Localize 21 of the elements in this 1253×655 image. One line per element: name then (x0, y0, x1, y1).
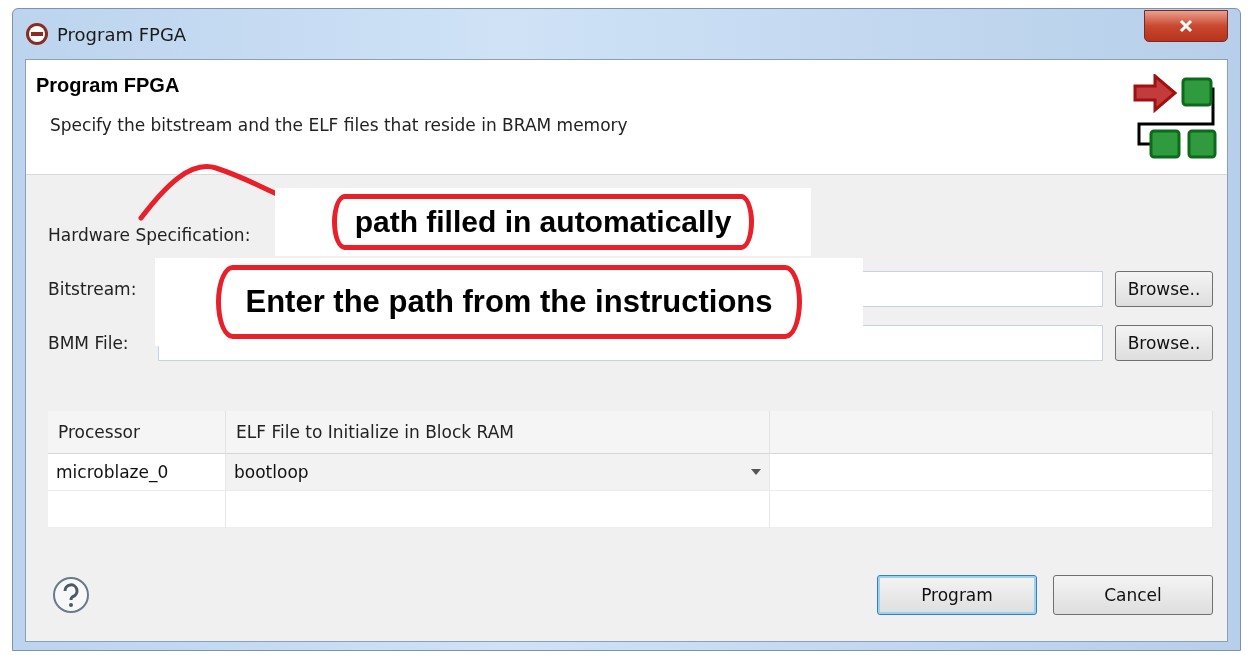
dialog-title: Program FPGA (36, 74, 181, 97)
column-header[interactable]: ELF File to Initialize in Block RAM (226, 411, 770, 454)
annotation-text: path filled in automatically (331, 194, 755, 250)
dialog-description: Specify the bitstream and the ELF files that reside in BRAM memory (50, 115, 629, 135)
field-label: Hardware Specification: (48, 225, 251, 245)
browse-button[interactable]: Browse.. (1115, 271, 1213, 307)
app-logo-icon (25, 22, 49, 46)
program-button[interactable]: Program (877, 575, 1037, 615)
caret-icon (751, 469, 761, 475)
annotation-text: Enter the path from the instructions (216, 265, 802, 339)
window-title: Program FPGA (57, 23, 187, 45)
close-button[interactable] (1144, 10, 1228, 42)
close-icon (1178, 19, 1194, 33)
help-icon[interactable] (52, 576, 90, 614)
table-cell: microblaze_0 (48, 454, 226, 491)
cancel-button[interactable]: Cancel (1053, 575, 1213, 615)
elf-dropdown[interactable]: bootloop (226, 454, 770, 491)
field-label: BMM File: (48, 333, 130, 353)
field-label: Bitstream: (48, 279, 138, 299)
column-header[interactable]: Processor (48, 411, 226, 454)
browse-button[interactable]: Browse.. (1115, 325, 1213, 361)
